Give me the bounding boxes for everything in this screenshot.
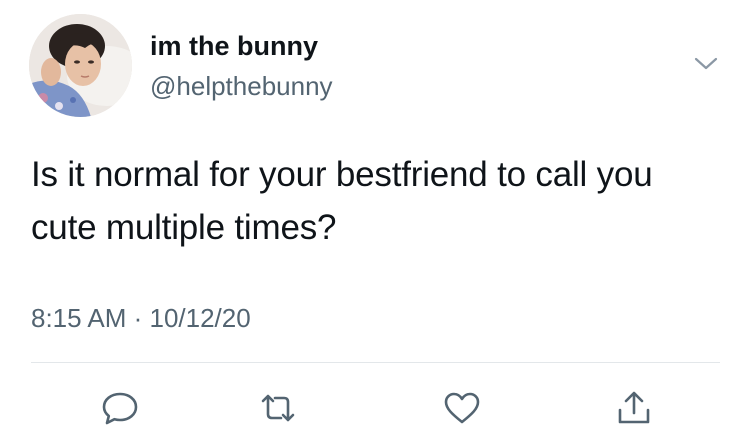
user-handle[interactable]: @helpthebunny [150,70,333,102]
like-button[interactable] [440,386,484,430]
tweet-card: im the bunny @helpthebunny Is it normal … [0,0,750,439]
avatar[interactable] [29,14,132,117]
divider [31,362,720,363]
chevron-down-icon [694,57,718,70]
avatar-image [29,14,132,117]
share-icon [618,391,650,424]
heart-icon [444,392,480,424]
tweet-text: Is it normal for your bestfriend to call… [31,155,653,247]
reply-icon [102,392,138,425]
display-name[interactable]: im the bunny [150,30,318,62]
retweet-button[interactable] [256,386,300,430]
more-options-button[interactable] [692,54,720,74]
tweet-timestamp[interactable]: 8:15 AM · 10/12/20 [31,302,251,334]
retweet-icon [261,394,295,422]
share-button[interactable] [612,386,656,430]
action-bar [0,380,750,430]
reply-button[interactable] [98,386,142,430]
